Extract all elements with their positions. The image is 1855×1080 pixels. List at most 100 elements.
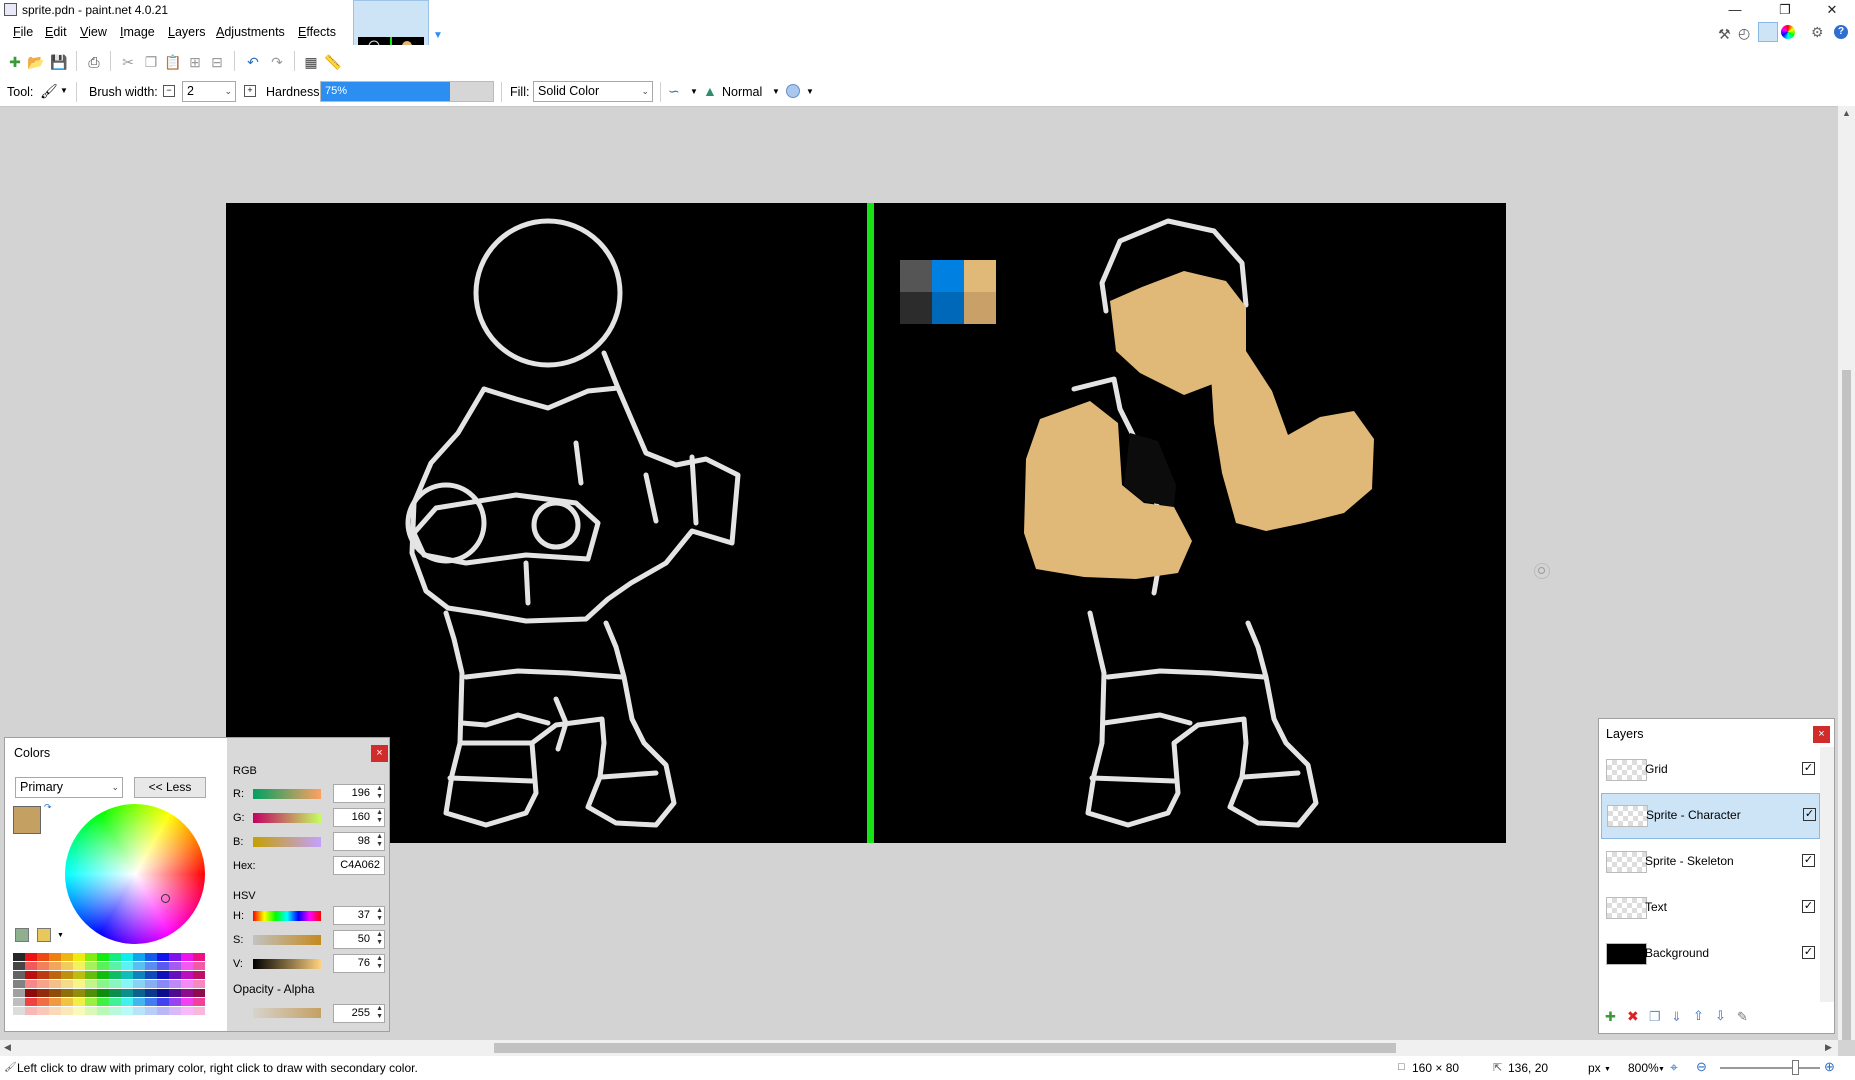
- layer-row-sprite-character[interactable]: Sprite - Character ✓: [1601, 793, 1820, 839]
- palette-color[interactable]: [13, 953, 25, 961]
- color-mode-select[interactable]: Primary ⌄: [15, 777, 123, 798]
- palette-color[interactable]: [49, 962, 61, 970]
- palette-color[interactable]: [61, 989, 73, 997]
- palette-color[interactable]: [181, 1007, 193, 1015]
- layer-row-background[interactable]: Background ✓: [1601, 931, 1820, 977]
- color-wheel-marker[interactable]: [161, 894, 170, 903]
- hardness-slider[interactable]: 75%: [320, 81, 494, 102]
- palette-color[interactable]: [85, 1007, 97, 1015]
- copy-icon[interactable]: ❐: [142, 53, 160, 71]
- palette-dropdown-icon[interactable]: ▼: [57, 932, 64, 939]
- menu-image[interactable]: Image: [120, 25, 155, 39]
- green-slider[interactable]: [253, 813, 321, 823]
- palette-color[interactable]: [157, 998, 169, 1006]
- palette-color[interactable]: [25, 953, 37, 961]
- add-to-palette-icon[interactable]: [15, 928, 29, 942]
- help-icon[interactable]: ?: [1834, 25, 1848, 39]
- fill-mode-select[interactable]: Solid Color ⌄: [533, 81, 653, 102]
- menu-adjustments[interactable]: Adjustments: [216, 25, 285, 39]
- palette-color[interactable]: [25, 962, 37, 970]
- palette-color[interactable]: [181, 953, 193, 961]
- palette-color[interactable]: [73, 998, 85, 1006]
- unit-dropdown-icon[interactable]: ▼: [1604, 1066, 1611, 1073]
- palette-color[interactable]: [61, 998, 73, 1006]
- palette-color[interactable]: [49, 998, 61, 1006]
- hue-slider[interactable]: [253, 911, 321, 921]
- palette-color[interactable]: [13, 989, 25, 997]
- value-slider[interactable]: [253, 959, 321, 969]
- palette-color[interactable]: [97, 953, 109, 961]
- palette-color[interactable]: [25, 980, 37, 988]
- palette-color[interactable]: [133, 971, 145, 979]
- palette-color[interactable]: [145, 980, 157, 988]
- palette-color[interactable]: [169, 953, 181, 961]
- tools-window-icon[interactable]: ⚒: [1718, 26, 1731, 43]
- blue-slider[interactable]: [253, 837, 321, 847]
- palette-color[interactable]: [121, 953, 133, 961]
- alpha-slider[interactable]: [253, 1008, 321, 1018]
- palette-color[interactable]: [193, 998, 205, 1006]
- add-layer-icon[interactable]: ✚: [1605, 1009, 1616, 1025]
- merge-layer-down-icon[interactable]: ⇓: [1671, 1009, 1682, 1025]
- color-palette[interactable]: [13, 953, 209, 1019]
- save-icon[interactable]: 💾: [50, 53, 68, 71]
- palette-color[interactable]: [25, 971, 37, 979]
- layers-window-icon[interactable]: [1758, 22, 1778, 42]
- minimize-button[interactable]: —: [1715, 0, 1755, 21]
- cut-icon[interactable]: ✂: [119, 53, 137, 71]
- palette-color[interactable]: [13, 998, 25, 1006]
- paintbrush-icon[interactable]: 🖌: [40, 83, 58, 100]
- palette-color[interactable]: [157, 962, 169, 970]
- palette-color[interactable]: [157, 953, 169, 961]
- spinner-icon[interactable]: ▲ ▼: [376, 833, 383, 849]
- palette-color[interactable]: [181, 980, 193, 988]
- palette-color[interactable]: [109, 989, 121, 997]
- layer-visibility-checkbox[interactable]: ✓: [1802, 900, 1815, 913]
- move-layer-down-icon[interactable]: ⇩: [1715, 1008, 1726, 1024]
- palette-color[interactable]: [133, 962, 145, 970]
- palette-color[interactable]: [193, 953, 205, 961]
- tool-dropdown-icon[interactable]: ▼: [60, 86, 68, 95]
- palette-color[interactable]: [97, 998, 109, 1006]
- palette-color[interactable]: [37, 998, 49, 1006]
- less-button[interactable]: << Less: [134, 777, 206, 798]
- spinner-icon[interactable]: ▲ ▼: [376, 907, 383, 923]
- layer-visibility-checkbox[interactable]: ✓: [1802, 946, 1815, 959]
- palette-color[interactable]: [25, 1007, 37, 1015]
- palette-color[interactable]: [25, 989, 37, 997]
- primary-color-swatch[interactable]: [13, 806, 41, 834]
- scroll-up-icon[interactable]: ▲: [1842, 108, 1851, 118]
- palette-color[interactable]: [49, 1007, 61, 1015]
- palette-color[interactable]: [121, 980, 133, 988]
- selection-mode-dropdown-icon[interactable]: ▼: [806, 87, 814, 96]
- layer-visibility-checkbox[interactable]: ✓: [1802, 854, 1815, 867]
- palette-color[interactable]: [13, 971, 25, 979]
- move-layer-up-icon[interactable]: ⇧: [1693, 1008, 1704, 1024]
- palette-color[interactable]: [37, 971, 49, 979]
- zoom-to-window-icon[interactable]: ⌖: [1670, 1059, 1678, 1076]
- decrease-width-icon[interactable]: −: [163, 85, 175, 97]
- scroll-right-icon[interactable]: ▶: [1825, 1042, 1832, 1053]
- redo-icon[interactable]: ↷: [268, 53, 286, 71]
- swap-colors-icon[interactable]: ↷: [44, 802, 52, 813]
- palette-color[interactable]: [133, 980, 145, 988]
- spinner-icon[interactable]: ▲ ▼: [376, 955, 383, 971]
- palette-color[interactable]: [193, 989, 205, 997]
- palette-color[interactable]: [169, 980, 181, 988]
- palette-menu-icon[interactable]: [37, 928, 51, 942]
- colors-window-icon[interactable]: [1781, 25, 1795, 39]
- settings-gear-icon[interactable]: ⚙: [1811, 24, 1824, 41]
- palette-color[interactable]: [13, 962, 25, 970]
- layer-row-sprite-skeleton[interactable]: Sprite - Skeleton ✓: [1601, 839, 1820, 885]
- palette-color[interactable]: [157, 971, 169, 979]
- palette-color[interactable]: [97, 989, 109, 997]
- zoom-dropdown-icon[interactable]: ▼: [1658, 1066, 1665, 1073]
- zoom-slider[interactable]: [1720, 1067, 1820, 1069]
- palette-color[interactable]: [61, 1007, 73, 1015]
- close-icon[interactable]: ×: [1813, 726, 1830, 743]
- palette-color[interactable]: [133, 953, 145, 961]
- blend-mode-icon[interactable]: ▲: [703, 83, 717, 99]
- vertical-scroll-thumb[interactable]: [1842, 370, 1851, 1040]
- palette-color[interactable]: [37, 1007, 49, 1015]
- spinner-icon[interactable]: ▲ ▼: [376, 785, 383, 801]
